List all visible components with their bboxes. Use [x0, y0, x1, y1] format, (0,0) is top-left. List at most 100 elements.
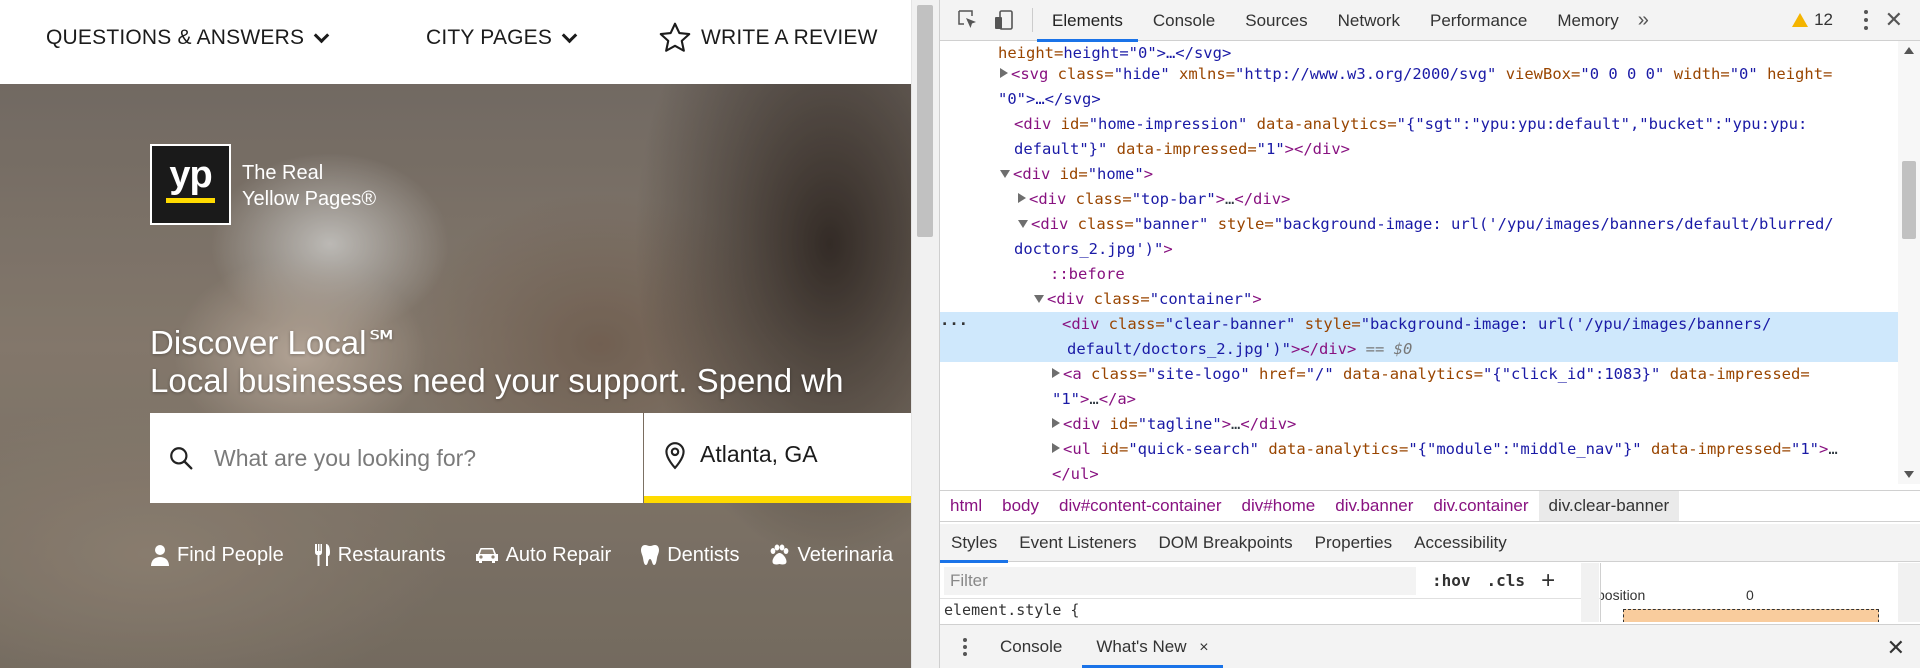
- nav-city-pages[interactable]: CITY PAGES: [426, 26, 578, 50]
- more-actions-icon[interactable]: ···: [940, 315, 968, 333]
- devtools-close-icon[interactable]: ✕: [1885, 7, 1903, 33]
- dom-line[interactable]: <ul id="quick-search" data-analytics="{"…: [940, 437, 1900, 462]
- warning-icon: [1792, 13, 1809, 27]
- quick-link-restaurants[interactable]: Restaurants: [313, 543, 446, 567]
- search-what-field[interactable]: What are you looking for?: [150, 413, 643, 503]
- chevron-down-icon: [313, 27, 330, 43]
- subtab-properties[interactable]: Properties: [1304, 524, 1403, 562]
- breadcrumb-content-container[interactable]: div#content-container: [1049, 491, 1232, 521]
- tab-console[interactable]: Console: [1138, 0, 1230, 41]
- breadcrumb-body[interactable]: body: [992, 491, 1049, 521]
- quick-link-dentists[interactable]: Dentists: [640, 544, 739, 567]
- expand-arrow-icon[interactable]: [1000, 68, 1008, 78]
- nav-city-label: CITY PAGES: [426, 26, 553, 49]
- breadcrumb-banner[interactable]: div.banner: [1325, 491, 1423, 521]
- collapse-arrow-icon[interactable]: [1018, 220, 1028, 228]
- breadcrumb-html[interactable]: html: [940, 491, 992, 521]
- scroll-down-icon[interactable]: [1904, 471, 1914, 478]
- box-model-position-value[interactable]: 0: [1746, 587, 1754, 603]
- tab-elements[interactable]: Elements: [1037, 0, 1138, 42]
- breadcrumb-home[interactable]: div#home: [1232, 491, 1326, 521]
- subtab-accessibility[interactable]: Accessibility: [1403, 524, 1518, 562]
- warnings-counter[interactable]: 12: [1792, 10, 1833, 30]
- tab-network[interactable]: Network: [1323, 0, 1415, 41]
- dom-line[interactable]: <svg class="hide" xmlns="http://www.w3.o…: [940, 62, 1900, 87]
- logo-yellow-bar: [166, 198, 215, 203]
- drawer-close-icon[interactable]: ✕: [1887, 635, 1905, 661]
- drawer-tab-console[interactable]: Console: [986, 625, 1076, 668]
- tab-memory[interactable]: Memory: [1542, 0, 1633, 41]
- collapse-arrow-icon[interactable]: [1000, 170, 1010, 178]
- expand-arrow-icon[interactable]: [1052, 443, 1060, 453]
- box-model-scrollbar[interactable]: [1898, 563, 1920, 622]
- nav-write-review[interactable]: WRITE A REVIEW: [657, 20, 878, 56]
- logo-line-1: The Real: [242, 162, 324, 184]
- dom-line[interactable]: "0">…</svg>: [940, 87, 1900, 112]
- drawer-tab-whats-new[interactable]: What's New ×: [1082, 625, 1223, 668]
- dom-line[interactable]: </ul>: [940, 462, 1900, 484]
- quick-link-auto-repair[interactable]: Auto Repair: [475, 544, 611, 567]
- headline-discover-local: Discover Local℠: [150, 324, 401, 361]
- class-toggle-button[interactable]: .cls: [1487, 571, 1526, 590]
- quick-search-links: Find People Restaurants Auto Repair Dent…: [150, 543, 911, 567]
- breadcrumb-container[interactable]: div.container: [1423, 491, 1538, 521]
- dom-line[interactable]: <a class="site-logo" href="/" data-analy…: [940, 362, 1900, 387]
- expand-arrow-icon[interactable]: [1052, 418, 1060, 428]
- dom-line[interactable]: <div id="home-impression" data-analytics…: [940, 112, 1900, 137]
- page-scrollbar-thumb[interactable]: [917, 5, 933, 237]
- inspect-element-icon[interactable]: [954, 6, 982, 34]
- nav-questions-answers[interactable]: QUESTIONS & ANSWERS: [46, 26, 330, 50]
- car-icon: [475, 548, 498, 563]
- close-tab-icon[interactable]: ×: [1199, 639, 1208, 656]
- yp-logo[interactable]: yp: [150, 144, 231, 225]
- dom-line-selected[interactable]: ··· <div class="clear-banner" style="back…: [940, 312, 1900, 337]
- devtools-menu-icon[interactable]: [1863, 8, 1869, 32]
- dom-line[interactable]: "1">…</a>: [940, 387, 1900, 412]
- banner-headline: Discover Local℠ Local businesses need yo…: [150, 324, 843, 400]
- logo-wordmark[interactable]: The Real Yellow Pages®: [242, 160, 376, 212]
- collapse-arrow-icon[interactable]: [1034, 295, 1044, 303]
- styles-filter-input[interactable]: Filter: [944, 566, 1416, 595]
- search-where-field[interactable]: Atlanta, GA: [644, 413, 911, 503]
- dom-line[interactable]: <div class="container">: [940, 287, 1900, 312]
- styles-scrollbar[interactable]: [1581, 563, 1599, 622]
- logo-mark: yp: [169, 154, 212, 196]
- page-scrollbar[interactable]: [911, 0, 939, 668]
- breadcrumb-clear-banner[interactable]: div.clear-banner: [1538, 491, 1680, 521]
- dom-line[interactable]: <div id="tagline">…</div>: [940, 412, 1900, 437]
- quick-link-find-people[interactable]: Find People: [150, 544, 284, 567]
- expand-arrow-icon[interactable]: [1052, 368, 1060, 378]
- dom-line[interactable]: ::before: [940, 262, 1900, 287]
- box-model-margin: [1623, 609, 1879, 622]
- elements-scrollbar[interactable]: [1898, 41, 1920, 484]
- element-style-rule[interactable]: element.style {: [944, 601, 1079, 619]
- dom-line-selected[interactable]: default/doctors_2.jpg')"></div> == $0: [940, 337, 1900, 362]
- dom-line[interactable]: default"}" data-impressed="1"></div>: [940, 137, 1900, 162]
- subtab-styles[interactable]: Styles: [940, 524, 1009, 563]
- new-style-rule-button[interactable]: +: [1541, 567, 1555, 595]
- elements-subtabs: Styles Event Listeners DOM Breakpoints P…: [940, 524, 1920, 563]
- subtab-dom-breakpoints[interactable]: DOM Breakpoints: [1147, 524, 1303, 562]
- dom-line[interactable]: <div id="home">: [940, 162, 1900, 187]
- device-toolbar-icon[interactable]: [990, 6, 1018, 34]
- tab-performance[interactable]: Performance: [1415, 0, 1542, 41]
- more-tabs-icon[interactable]: »: [1638, 9, 1649, 32]
- elements-dom-tree: height=height="0">…</svg> <svg class="hi…: [940, 41, 1920, 484]
- tooth-icon: [641, 545, 660, 565]
- dom-line[interactable]: <div class="top-bar">…</div>: [940, 187, 1900, 212]
- hero-banner: yp The Real Yellow Pages® Discover Local…: [0, 84, 911, 668]
- quick-link-label: Veterinaria: [797, 543, 894, 566]
- expand-arrow-icon[interactable]: [1018, 193, 1026, 203]
- website-viewport: QUESTIONS & ANSWERS CITY PAGES WRITE A R…: [0, 0, 911, 668]
- elements-scrollbar-thumb[interactable]: [1902, 161, 1916, 239]
- drawer-menu-icon[interactable]: [962, 636, 968, 658]
- devtools-drawer: Console What's New × ✕: [940, 624, 1920, 668]
- quick-link-veterinarians[interactable]: Veterinaria: [768, 544, 893, 567]
- quick-link-label: Dentists: [667, 543, 740, 566]
- dom-line[interactable]: doctors_2.jpg')">: [940, 237, 1900, 262]
- scroll-up-icon[interactable]: [1904, 47, 1914, 54]
- subtab-event-listeners[interactable]: Event Listeners: [1008, 524, 1147, 562]
- dom-line[interactable]: <div class="banner" style="background-im…: [940, 212, 1900, 237]
- tab-sources[interactable]: Sources: [1230, 0, 1322, 41]
- hover-state-button[interactable]: :hov: [1432, 571, 1471, 590]
